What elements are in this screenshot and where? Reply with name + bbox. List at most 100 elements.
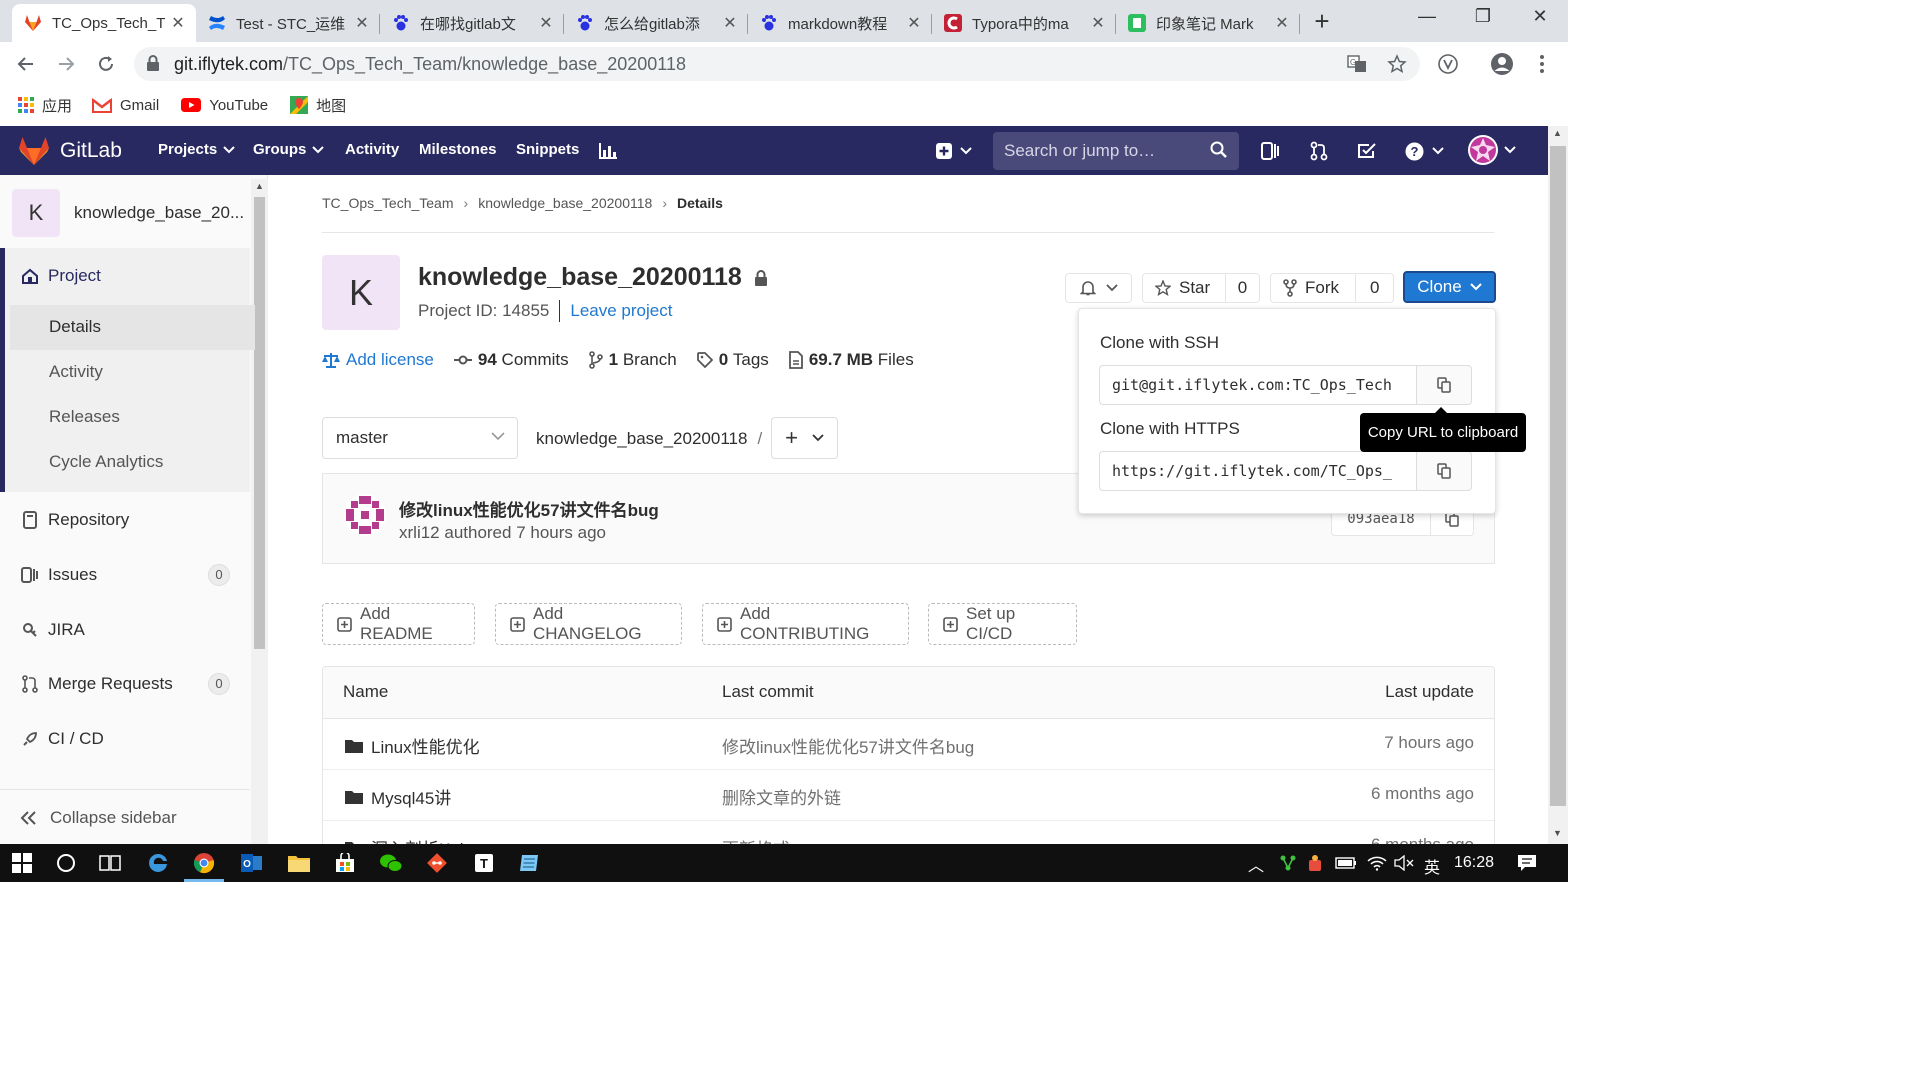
add-readme-button[interactable]: Add README <box>322 603 475 645</box>
cortana-search-icon[interactable] <box>54 851 78 875</box>
edge-browser-icon[interactable] <box>146 851 170 875</box>
page-scroll-thumb[interactable] <box>1550 146 1566 806</box>
breadcrumb-current[interactable]: Details <box>677 195 723 211</box>
help-icon[interactable]: ? <box>1405 139 1444 163</box>
file-name-cell[interactable]: Mysql45讲 <box>345 784 451 809</box>
clone-https-url-input[interactable]: https://git.iflytek.com/TC_Ops_ <box>1099 451 1417 491</box>
sidebar-item-issues[interactable]: Issues <box>20 565 97 585</box>
sidebar-item-activity[interactable]: Activity <box>49 362 103 382</box>
task-view-icon[interactable] <box>98 851 122 875</box>
tab-close-icon[interactable]: ✕ <box>1272 13 1292 33</box>
tab-close-icon[interactable]: ✕ <box>1088 13 1108 33</box>
add-changelog-button[interactable]: Add CHANGELOG <box>495 603 682 645</box>
tray-app-icon[interactable] <box>1303 851 1327 875</box>
forward-arrow-icon[interactable] <box>52 50 80 78</box>
copy-https-url-button[interactable] <box>1416 451 1472 491</box>
star-count[interactable]: 0 <box>1225 274 1259 302</box>
extension-v-icon[interactable] <box>1434 50 1462 78</box>
bookmark-apps[interactable]: 应用 <box>18 95 72 116</box>
sidebar-item-ci-cd[interactable]: CI / CD <box>20 729 104 749</box>
add-contributing-button[interactable]: Add CONTRIBUTING <box>702 603 909 645</box>
nav-snippets[interactable]: Snippets <box>516 141 579 158</box>
table-row[interactable]: Mysql45讲 删除文章的外链 6 months ago <box>323 769 1494 821</box>
star-button[interactable]: Star <box>1143 274 1225 302</box>
fork-count[interactable]: 0 <box>1355 274 1393 302</box>
action-center-icon[interactable] <box>1515 851 1539 875</box>
volume-muted-icon[interactable] <box>1392 851 1416 875</box>
commit-author-avatar[interactable] <box>344 494 386 536</box>
breadcrumb-group-link[interactable]: TC_Ops_Tech_Team <box>322 195 454 211</box>
search-input[interactable]: Search or jump to… <box>993 132 1239 170</box>
browser-tab-confluence[interactable]: Test - STC_运维 ✕ <box>196 4 380 42</box>
scroll-down-arrow-icon[interactable]: ▼ <box>1553 828 1562 838</box>
file-explorer-icon[interactable] <box>287 851 311 875</box>
sidebar-item-merge-requests[interactable]: Merge Requests <box>20 674 173 694</box>
branches-link[interactable]: 1 Branch <box>588 350 677 370</box>
table-row[interactable]: Linux性能优化 修改linux性能优化57讲文件名bug 7 hours a… <box>323 718 1494 770</box>
chrome-menu-icon[interactable] <box>1528 50 1556 78</box>
browser-tab-evernote[interactable]: 印象笔记 Mark ✕ <box>1116 4 1300 42</box>
new-item-plus-icon[interactable] <box>936 139 972 163</box>
setup-cicd-button[interactable]: Set up CI/CD <box>928 603 1077 645</box>
browser-tab-csdn[interactable]: Typora中的ma ✕ <box>932 4 1116 42</box>
repo-path-root[interactable]: knowledge_base_20200118 <box>536 429 747 448</box>
tab-close-icon[interactable]: ✕ <box>168 13 188 33</box>
file-last-commit[interactable]: 删除文章的外链 <box>722 784 841 809</box>
clone-button[interactable]: Clone <box>1403 271 1496 303</box>
add-file-dropdown[interactable]: + <box>771 417 838 459</box>
browser-tab-baidu-2[interactable]: 怎么给gitlab添 ✕ <box>564 4 748 42</box>
file-last-commit[interactable]: 修改linux性能优化57讲文件名bug <box>722 733 974 758</box>
nav-milestones[interactable]: Milestones <box>419 141 497 158</box>
sidebar-project-header[interactable]: K knowledge_base_20... <box>12 189 244 237</box>
translate-icon[interactable]: G <box>1346 53 1368 75</box>
tray-up-chevron-icon[interactable]: ︿ <box>1248 852 1264 876</box>
leave-project-link[interactable]: Leave project <box>570 301 672 321</box>
bookmark-gmail[interactable]: Gmail <box>92 97 159 114</box>
wifi-icon[interactable] <box>1365 851 1389 875</box>
windows-start-icon[interactable] <box>10 851 34 875</box>
user-avatar[interactable] <box>1468 135 1516 165</box>
tab-close-icon[interactable]: ✕ <box>904 13 924 33</box>
sidebar-item-jira[interactable]: JIRA <box>20 620 85 640</box>
tab-close-icon[interactable]: ✕ <box>720 13 740 33</box>
address-bar[interactable]: git.iflytek.com/TC_Ops_Tech_Team/knowled… <box>134 47 1420 81</box>
analytics-chart-icon[interactable] <box>599 139 617 163</box>
scroll-up-arrow-icon[interactable]: ▲ <box>1553 128 1562 138</box>
breadcrumb-project-link[interactable]: knowledge_base_20200118 <box>478 195 652 211</box>
sidebar-item-releases[interactable]: Releases <box>49 407 120 427</box>
sidebar-item-repository[interactable]: Repository <box>20 510 129 530</box>
store-icon[interactable] <box>333 851 357 875</box>
files-link[interactable]: 69.7 MB Files <box>788 350 914 370</box>
notepad-icon[interactable] <box>518 851 542 875</box>
collapse-sidebar-button[interactable]: Collapse sidebar <box>0 789 250 845</box>
todos-shortcut-icon[interactable] <box>1357 139 1377 163</box>
sidebar-item-cycle-analytics[interactable]: Cycle Analytics <box>49 452 163 472</box>
add-license-link[interactable]: Add license <box>322 350 434 370</box>
issues-shortcut-icon[interactable] <box>1260 139 1280 163</box>
minimize-button[interactable]: — <box>1407 6 1447 27</box>
commits-link[interactable]: 94 Commits <box>453 350 569 370</box>
wechat-icon[interactable] <box>379 851 403 875</box>
tab-close-icon[interactable]: ✕ <box>536 13 556 33</box>
clone-ssh-url-input[interactable]: git@git.iflytek.com:TC_Ops_Tech <box>1099 365 1417 405</box>
commit-author[interactable]: xrli12 <box>399 523 440 542</box>
sidebar-scrollbar[interactable]: ▲ <box>251 179 268 845</box>
bookmark-youtube[interactable]: YouTube <box>181 97 268 114</box>
file-name-cell[interactable]: Linux性能优化 <box>345 733 480 758</box>
merge-requests-shortcut-icon[interactable] <box>1310 139 1328 163</box>
gitlab-home-link[interactable]: GitLab <box>18 136 122 166</box>
chrome-icon[interactable] <box>192 851 216 875</box>
maximize-button[interactable]: ❐ <box>1463 6 1503 27</box>
commit-message[interactable]: 修改linux性能优化57讲文件名bug <box>399 496 659 521</box>
browser-tab-baidu-3[interactable]: markdown教程 ✕ <box>748 4 932 42</box>
sidebar-item-details[interactable]: Details <box>49 317 101 337</box>
sidebar-scroll-thumb[interactable] <box>254 197 265 649</box>
typora-icon[interactable]: T <box>472 851 496 875</box>
tab-close-icon[interactable]: ✕ <box>352 13 372 33</box>
nav-projects[interactable]: Projects <box>158 141 235 158</box>
tray-network-tool-icon[interactable] <box>1276 851 1300 875</box>
taskbar-clock[interactable]: 16:28 <box>1454 854 1494 872</box>
sidebar-item-project[interactable]: Project <box>20 266 101 286</box>
git-tool-icon[interactable] <box>425 851 449 875</box>
branch-select[interactable]: master <box>322 417 518 459</box>
